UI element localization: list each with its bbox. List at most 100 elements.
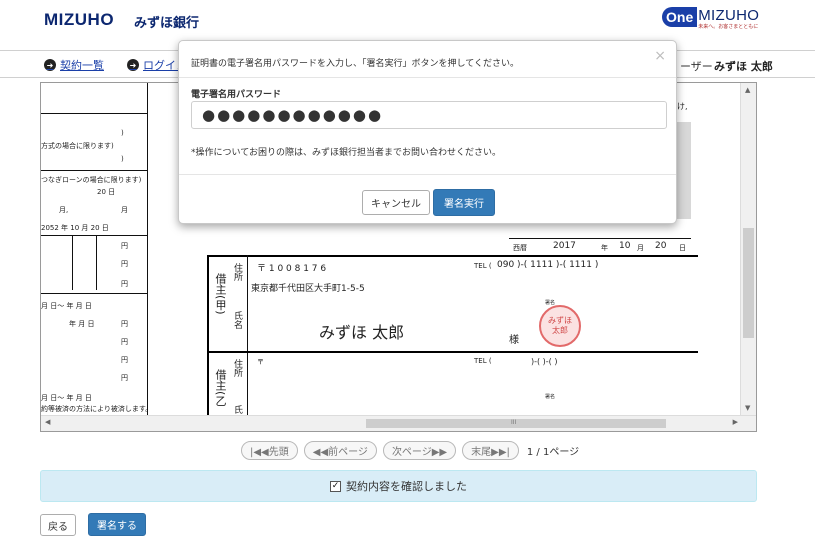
- one-mizuho-word: MIZUHO: [698, 7, 760, 24]
- borrower-table-col: [247, 255, 248, 415]
- scroll-left-icon[interactable]: ◀: [45, 418, 50, 426]
- password-label: 電子署名用パスワード: [191, 90, 282, 100]
- last-page-button[interactable]: 末尾▶▶|: [462, 441, 519, 460]
- first-page-button[interactable]: |◀◀先頭: [241, 441, 298, 460]
- borrower-a-address-label: 住所: [232, 263, 242, 281]
- modal-divider: [179, 174, 676, 175]
- signature-password-modal: 証明書の電子署名用パスワードを入力し、「署名実行」ボタンを押してください。 × …: [178, 40, 677, 224]
- doc-text: 円: [121, 356, 128, 364]
- date-day: 20: [655, 241, 667, 251]
- doc-text: ): [121, 129, 124, 137]
- contract-list-label: 契約一覧: [60, 59, 104, 72]
- seal-stamp: みずほ 太郎: [539, 305, 581, 347]
- contract-list-link[interactable]: ➜ 契約一覧: [44, 57, 104, 73]
- modal-divider: [179, 77, 676, 78]
- borrower-b-tel: )-( )-( ): [531, 357, 558, 366]
- one-mizuho-text: MIZUHO 未来へ。お客さまとともに: [698, 7, 759, 30]
- borrower-table-mid: [208, 351, 698, 353]
- date-year-unit: 年: [601, 244, 608, 252]
- mizuho-logo[interactable]: MIZUHO: [44, 10, 114, 30]
- borrower-a-tel-label: TEL (: [474, 262, 492, 270]
- doc-text: 方式の場合に限ります): [41, 142, 114, 150]
- doc-text: 円: [121, 260, 128, 268]
- doc-text: 約等被済の方法により被済します。: [41, 405, 153, 413]
- date-month: 10: [619, 241, 631, 251]
- pagination: |◀◀先頭 ◀◀前ページ 次ページ▶▶ 末尾▶▶| 1 / 1ページ: [241, 441, 579, 460]
- doc-text: 月 日～ 年 月 日: [41, 302, 92, 310]
- vertical-scroll-thumb[interactable]: [743, 228, 754, 338]
- bank-name: みずほ銀行: [134, 16, 200, 31]
- confirm-label[interactable]: 契約内容を確認しました: [346, 478, 467, 494]
- back-button[interactable]: 戻る: [40, 514, 76, 536]
- cancel-button[interactable]: キャンセル: [362, 190, 430, 215]
- arrow-right-icon: ➜: [44, 59, 56, 71]
- confirm-checkbox[interactable]: ✓: [330, 480, 341, 492]
- doc-text: 円: [121, 280, 128, 288]
- borrower-b-role: 借主(乙: [214, 369, 227, 407]
- doc-divider: [147, 83, 148, 415]
- scroll-up-icon[interactable]: ▲: [745, 86, 750, 94]
- next-page-button[interactable]: 次ページ▶▶: [382, 441, 457, 460]
- modal-help-text: *操作についてお困りの際は、みずほ銀行担当者までお問い合わせください。: [191, 148, 501, 158]
- borrower-b-address-label: 住所: [232, 359, 242, 377]
- sign-button[interactable]: 署名する: [88, 513, 146, 536]
- doc-text: 円: [121, 374, 128, 382]
- confirm-bar: ✓ 契約内容を確認しました: [40, 470, 757, 502]
- header: MIZUHO みずほ銀行 One MIZUHO 未来へ。お客さまとともに: [0, 0, 815, 40]
- borrower-b-seal-label: 署名: [545, 394, 556, 400]
- borrower-b-postal: 〒: [257, 358, 264, 366]
- doc-text: 20 日: [97, 188, 116, 196]
- borrower-a-name: みずほ 太郎: [319, 323, 405, 342]
- doc-text: 年 月 日: [69, 320, 95, 328]
- one-mizuho-one: One: [662, 7, 698, 27]
- doc-shade: [676, 122, 691, 219]
- doc-rule: [41, 293, 147, 294]
- doc-rule: [41, 113, 147, 114]
- doc-rule: [96, 235, 97, 290]
- execute-signature-button[interactable]: 署名実行: [433, 189, 495, 216]
- prev-page-button[interactable]: ◀◀前ページ: [303, 441, 377, 460]
- doc-text: 月 日～ 年 月 日: [41, 394, 92, 402]
- doc-rule: [72, 235, 73, 290]
- doc-rule: [41, 235, 147, 236]
- doc-text: 月,: [59, 206, 69, 214]
- seal-stamp-top: みずほ: [548, 316, 572, 325]
- horizontal-scrollbar[interactable]: ◀ III ▶: [41, 415, 756, 431]
- doc-text: 2052 年 10 月 20 日: [41, 224, 109, 232]
- borrower-table-left: [207, 255, 209, 415]
- doc-text: ): [121, 155, 124, 163]
- user-label: ーザー: [680, 60, 713, 73]
- scroll-down-icon[interactable]: ▼: [745, 404, 750, 412]
- doc-text: 円: [121, 242, 128, 250]
- doc-text: つなぎローンの場合に限ります): [41, 176, 142, 184]
- close-icon[interactable]: ×: [654, 49, 666, 63]
- borrower-a-address: 東京都千代田区大手町1-5-5: [251, 284, 365, 294]
- arrow-right-icon: ➜: [127, 59, 139, 71]
- user-name: みずほ 太郎: [714, 60, 773, 73]
- password-input[interactable]: ●●●●●●●●●●●●: [191, 101, 667, 129]
- borrower-table-top: [208, 255, 698, 257]
- date-day-unit: 日: [679, 244, 686, 252]
- date-year: 2017: [553, 241, 576, 251]
- one-mizuho-logo[interactable]: One MIZUHO 未来へ。お客さまとともに: [662, 7, 759, 33]
- modal-message: 証明書の電子署名用パスワードを入力し、「署名実行」ボタンを押してください。: [191, 59, 519, 69]
- scroll-right-icon[interactable]: ▶: [733, 418, 738, 426]
- page-root: MIZUHO みずほ銀行 One MIZUHO 未来へ。お客さまとともに ➜ 契…: [0, 0, 815, 559]
- borrower-a-tel: 090 )-( 1111 )-( 1111 ): [497, 260, 599, 270]
- doc-text-partial: け,: [677, 102, 688, 111]
- borrower-a-postal: 〒 1 0 0 8 1 7 6: [257, 264, 327, 274]
- borrower-a-role: 借主(甲): [214, 273, 227, 315]
- scroll-grip: III: [511, 419, 517, 426]
- one-mizuho-tagline: 未来へ。お客さまとともに: [698, 24, 759, 30]
- page-info: 1 / 1ページ: [526, 447, 580, 458]
- borrower-b-tel-label: TEL (: [474, 357, 492, 365]
- date-era: 西暦: [513, 244, 527, 252]
- doc-rule: [41, 170, 147, 171]
- vertical-scrollbar[interactable]: ▲ ▼: [740, 83, 756, 415]
- seal-stamp-bottom: 太郎: [552, 326, 568, 335]
- doc-rule: [509, 238, 691, 239]
- borrower-a-name-label: 氏名: [232, 311, 242, 329]
- doc-text: 月: [121, 206, 128, 214]
- doc-text: 円: [121, 320, 128, 328]
- doc-text: 円: [121, 338, 128, 346]
